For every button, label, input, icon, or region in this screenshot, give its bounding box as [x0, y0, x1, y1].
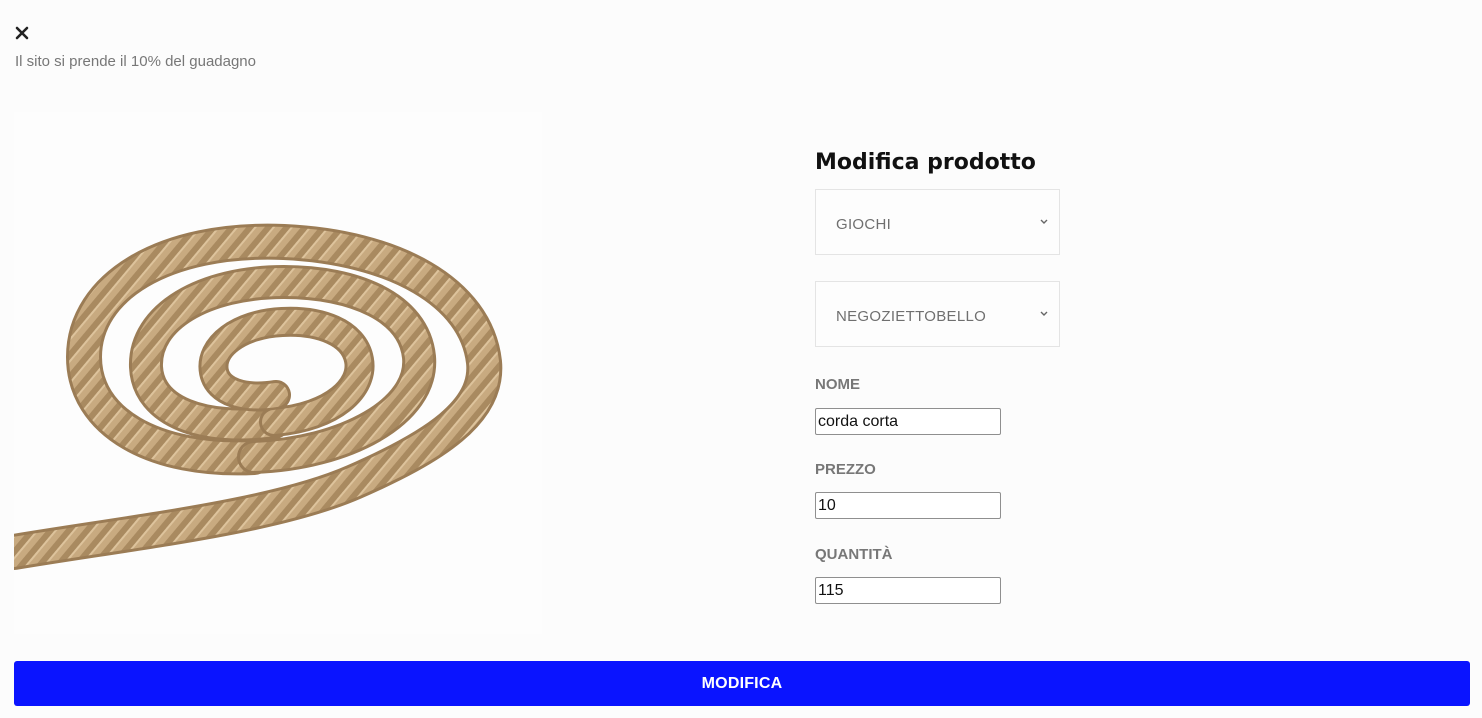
- name-input[interactable]: [815, 408, 1001, 435]
- price-input[interactable]: [815, 492, 1001, 519]
- submit-button[interactable]: MODIFICA: [14, 661, 1470, 706]
- name-label: NOME: [815, 376, 860, 393]
- chevron-down-icon: [1040, 219, 1048, 224]
- product-image: [14, 112, 542, 634]
- quantity-input[interactable]: [815, 577, 1001, 604]
- chevron-down-icon: [1040, 311, 1048, 316]
- shop-select-value: NEGOZIETTOBELLO: [836, 308, 987, 325]
- edit-product-page: Il sito si prende il 10% del guadagno Mo…: [0, 0, 1482, 718]
- shop-select[interactable]: NEGOZIETTOBELLO: [815, 281, 1060, 347]
- quantity-label: QUANTITÀ: [815, 546, 893, 563]
- form-title: Modifica prodotto: [815, 150, 1036, 175]
- close-icon[interactable]: [14, 23, 30, 41]
- category-select[interactable]: GIOCHI: [815, 189, 1060, 255]
- commission-notice: Il sito si prende il 10% del guadagno: [15, 53, 256, 70]
- price-label: PREZZO: [815, 461, 876, 478]
- category-select-value: GIOCHI: [836, 216, 892, 233]
